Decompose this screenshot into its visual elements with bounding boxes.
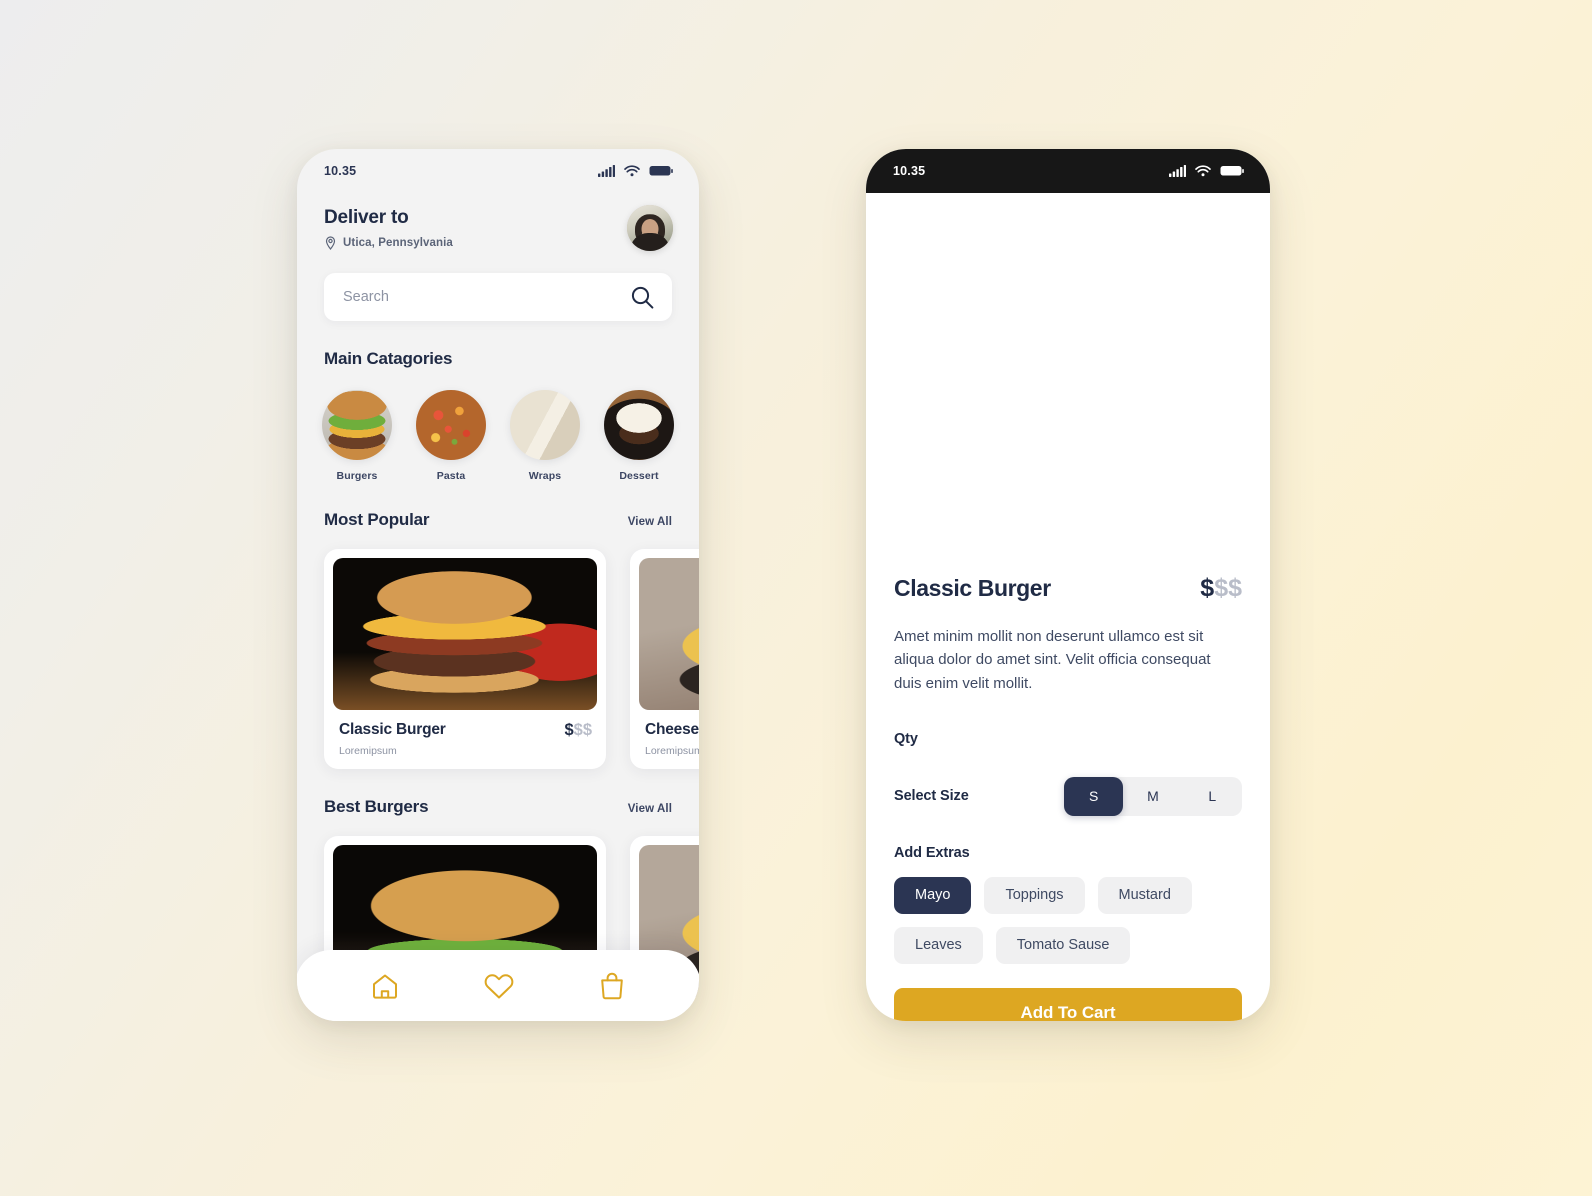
deliver-location-row[interactable]: Utica, Pennsylvania <box>324 235 453 250</box>
status-time: 10.35 <box>893 164 926 178</box>
best-section-header: Best Burgers View All <box>297 797 699 817</box>
search-input[interactable] <box>343 289 593 305</box>
popular-section-header: Most Popular View All <box>297 510 699 530</box>
product-title: Classic Burger <box>894 575 1051 601</box>
price-empty: $$ <box>1214 574 1242 602</box>
extra-chip-leaves[interactable]: Leaves <box>894 926 983 964</box>
add-to-cart-button[interactable]: Add To Cart <box>894 987 1242 1021</box>
card-subtitle: Loremipsum <box>645 745 699 757</box>
best-view-all-link[interactable]: View All <box>628 803 672 815</box>
popular-card-classic-burger[interactable]: Classic Burger Loremipsum $$$ <box>324 549 606 769</box>
price-filled: $ <box>1200 574 1215 602</box>
bottom-navigation-bar <box>297 950 699 1021</box>
add-extras-label: Add Extras <box>894 844 970 861</box>
detail-screen-phone: 10.35 Classic Burger $$$ Amet minim moll… <box>866 149 1270 1021</box>
product-detail-body: Classic Burger $$$ Amet minim mollit non… <box>866 550 1270 964</box>
product-description: Amet minim mollit non deserunt ullamco e… <box>894 628 1211 692</box>
dessert-thumb-image <box>604 390 674 460</box>
deliver-title: Deliver to <box>324 206 409 228</box>
classic-burger-photo <box>333 558 597 710</box>
category-item-burgers[interactable]: Burgers <box>322 390 392 482</box>
wifi-icon <box>1195 165 1211 177</box>
size-option-m[interactable]: M <box>1123 777 1182 816</box>
signal-bars-icon <box>1169 165 1186 177</box>
popular-title: Most Popular <box>324 510 430 529</box>
deliver-text-block: Deliver to Utica, Pennsylvania <box>324 207 453 250</box>
battery-icon <box>649 166 673 176</box>
extra-chip-toppings[interactable]: Toppings <box>984 876 1085 914</box>
category-label: Burgers <box>336 470 378 482</box>
home-screen-phone: 10.35 Deliver to Utica, Pennsylvania Sea… <box>297 149 699 1021</box>
heart-outline-icon[interactable] <box>1210 223 1244 253</box>
extras-chip-group: Mayo Toppings Mustard Leaves Tomato Saus… <box>894 876 1242 964</box>
card-text-block: Cheese Burger Loremipsum <box>645 721 699 757</box>
card-footer: Classic Burger Loremipsum $$$ <box>333 710 597 757</box>
popular-view-all-link[interactable]: View All <box>628 516 672 528</box>
size-selector-row: Select Size S M L <box>894 776 1242 816</box>
size-segmented-control[interactable]: S M L <box>1064 776 1242 816</box>
burger-thumb-image <box>322 390 392 460</box>
product-hero-image <box>866 193 1270 550</box>
extra-chip-mustard[interactable]: Mustard <box>1097 876 1192 914</box>
deliver-location-text: Utica, Pennsylvania <box>343 236 453 249</box>
status-icons <box>598 165 673 177</box>
qty-label: Qty <box>894 730 918 747</box>
best-title: Best Burgers <box>324 797 429 816</box>
product-price: $$$ <box>1200 574 1242 603</box>
battery-icon <box>1220 166 1244 176</box>
search-icon[interactable] <box>630 285 655 310</box>
price-empty: $$ <box>573 721 592 739</box>
category-label: Dessert <box>619 470 659 482</box>
extra-chip-tomato-sause[interactable]: Tomato Sause <box>995 926 1131 964</box>
category-label: Wraps <box>528 470 562 482</box>
home-icon[interactable] <box>370 971 400 1001</box>
select-size-label: Select Size <box>894 788 969 805</box>
search-bar[interactable] <box>324 273 672 321</box>
categories-section-header: Main Catagories <box>297 349 699 369</box>
status-bar: 10.35 <box>297 149 699 193</box>
hero-overlay-controls <box>866 193 1270 283</box>
categories-title: Main Catagories <box>324 349 453 368</box>
location-pin-icon <box>325 235 336 250</box>
popular-card-cheese-burger[interactable]: Cheese Burger Loremipsum $$$ <box>630 549 699 769</box>
wifi-icon <box>624 165 640 177</box>
size-option-s[interactable]: S <box>1064 776 1124 816</box>
price-filled: $ <box>564 721 574 739</box>
status-time: 10.35 <box>324 164 357 178</box>
size-option-l[interactable]: L <box>1183 777 1242 816</box>
pasta-thumb-image <box>416 390 486 460</box>
fries-photo <box>639 558 699 710</box>
wraps-thumb-image <box>510 390 580 460</box>
qty-row: Qty <box>894 730 1242 748</box>
category-label: Pasta <box>436 470 466 482</box>
product-header: Classic Burger $$$ <box>894 574 1242 603</box>
deliver-header: Deliver to Utica, Pennsylvania <box>297 193 699 251</box>
category-item-pasta[interactable]: Pasta <box>416 390 486 482</box>
card-title: Cheese Burger <box>645 721 699 738</box>
bag-icon[interactable] <box>598 971 626 1001</box>
extra-chip-mayo[interactable]: Mayo <box>894 876 972 914</box>
popular-rail[interactable]: Classic Burger Loremipsum $$$ Cheese Bur… <box>297 549 699 769</box>
heart-icon[interactable] <box>482 971 516 1001</box>
category-item-dessert[interactable]: Dessert <box>604 390 674 482</box>
card-subtitle: Loremipsum <box>339 745 397 757</box>
avatar[interactable] <box>627 205 673 251</box>
category-item-wraps[interactable]: Wraps <box>510 390 580 482</box>
signal-bars-icon <box>598 165 615 177</box>
card-price: $$$ <box>564 721 592 740</box>
card-footer: Cheese Burger Loremipsum $$$ <box>639 710 699 757</box>
categories-row: Burgers Pasta Wraps Dessert <box>297 390 699 482</box>
status-bar: 10.35 <box>866 149 1270 193</box>
card-text-block: Classic Burger Loremipsum <box>339 721 446 757</box>
status-icons <box>1169 165 1244 177</box>
back-chevron-icon[interactable] <box>890 221 912 255</box>
card-title: Classic Burger <box>339 721 446 738</box>
